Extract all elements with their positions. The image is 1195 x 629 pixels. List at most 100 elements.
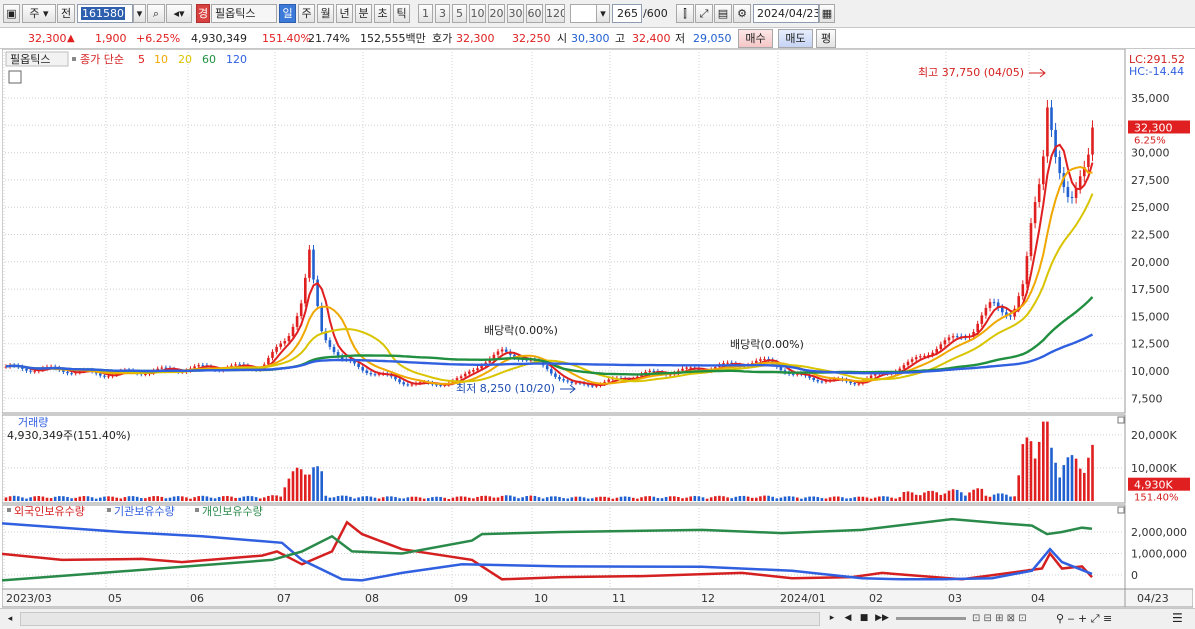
calendar-icon[interactable]: ▦ [819, 4, 835, 23]
grid-toggle-icon [8, 70, 22, 84]
prev-next-icon[interactable]: ◂▾ [166, 4, 192, 23]
play-back-icon[interactable]: ◀ [842, 611, 854, 626]
period-button[interactable]: 틱 [393, 4, 410, 23]
save-icon[interactable]: ▤ [714, 4, 732, 23]
volume-bar [53, 496, 57, 501]
last-volume-pct: 151.40% [1134, 493, 1179, 504]
buy-button[interactable]: 매수 [738, 29, 773, 48]
legend-ma-10: 10 [154, 53, 168, 66]
candle [1001, 307, 1004, 313]
volume-bar [931, 490, 934, 501]
volume-bar [74, 497, 77, 501]
volume-bar [267, 495, 270, 501]
volume-bar [759, 496, 762, 501]
interval-button[interactable]: 3 [435, 4, 450, 23]
volume-bar [689, 496, 692, 501]
zoom-icons[interactable]: ⚲ ‒ + ⤢ ≡ [1056, 611, 1126, 626]
volume-bar [906, 491, 910, 501]
volume-bar [209, 497, 213, 501]
volume-bar [586, 498, 590, 501]
volume-bar [988, 496, 992, 501]
volume-bar [541, 498, 545, 501]
period-button[interactable]: 주 [298, 4, 315, 23]
stock-name-field[interactable]: 필옵틱스 [211, 4, 277, 23]
volume-bar [500, 495, 504, 501]
volume-bar [45, 497, 49, 501]
volume-bar [41, 496, 45, 501]
play-forward-icon[interactable]: ▶▶ [874, 611, 890, 626]
candle [29, 370, 32, 372]
volume-bar [4, 497, 8, 501]
interval-button[interactable]: 60 [526, 4, 543, 23]
volume-bar [1074, 458, 1078, 501]
layout-icons[interactable]: ⊡ ⊟ ⊞ ⊠ ⊡ [972, 611, 1052, 626]
volume-bar [656, 497, 660, 501]
search-icon[interactable]: ⌕ [147, 4, 165, 23]
volume-bar [168, 497, 172, 501]
interval-dropdown-icon[interactable]: ▾ [596, 4, 610, 23]
all-button[interactable]: 전 [57, 4, 75, 23]
volume-bar [402, 498, 405, 501]
volume-bar [86, 496, 90, 501]
market-select[interactable]: 주 ▾ [22, 4, 56, 23]
volume-bar [111, 496, 114, 501]
volume-bar [902, 492, 906, 501]
volume-bar [550, 496, 553, 501]
volume-bar [755, 497, 758, 501]
date-input[interactable]: 2024/04/23 [753, 4, 819, 23]
holdings-legend-bullet [107, 508, 111, 512]
period-button[interactable]: 분 [355, 4, 372, 23]
candle [976, 323, 979, 333]
menu-icon[interactable]: ☰ [1172, 611, 1190, 626]
code-field[interactable]: 161580 [77, 4, 133, 23]
code-dropdown-icon[interactable]: ▾ [133, 4, 146, 23]
interval-button[interactable]: 20 [488, 4, 505, 23]
volume-bar [718, 495, 721, 501]
stop-icon[interactable]: ■ [858, 611, 870, 626]
interval-button[interactable]: 1 [418, 4, 433, 23]
period-button[interactable]: 년 [336, 4, 353, 23]
scroll-left-icon[interactable]: ◂ [2, 612, 18, 626]
interval-button[interactable]: 10 [469, 4, 486, 23]
candle [361, 367, 364, 371]
volume-bar [459, 496, 463, 501]
low-label: 저 [675, 32, 686, 45]
stock-chart[interactable]: 35,00032,50030,00027,50025,00022,50020,0… [2, 49, 1193, 608]
candle [193, 366, 196, 369]
candle [558, 376, 561, 380]
candle [70, 373, 73, 375]
candle [99, 373, 102, 376]
volume-bar [1013, 496, 1016, 501]
gear-icon[interactable]: ⚙ [733, 4, 751, 23]
scroll-right-icon[interactable]: ▸ [826, 611, 838, 626]
candle-type-icon[interactable]: ⫿ [676, 4, 694, 23]
chart-layout-icon[interactable]: ▣ [3, 4, 20, 23]
volume-bar [927, 490, 930, 501]
eval-button[interactable]: 평 [816, 29, 836, 48]
volume-bar [1005, 494, 1008, 501]
zoom-slider[interactable] [896, 617, 966, 620]
period-button[interactable]: 월 [317, 4, 334, 23]
price-tick-label: 25,000 [1131, 201, 1170, 214]
volume-bar [816, 497, 820, 501]
price-change-pct: +6.25% [136, 32, 181, 45]
line-tool-icon[interactable]: ⤢ [695, 4, 713, 23]
interval-button[interactable]: 5 [452, 4, 467, 23]
sell-button[interactable]: 매도 [778, 29, 813, 48]
volume-bar [808, 496, 811, 501]
period-button[interactable]: 일 [279, 4, 296, 23]
volume-bar [340, 495, 344, 501]
interval-button[interactable]: 120 [545, 4, 565, 23]
volume-bar [685, 497, 688, 501]
count-input[interactable]: 265 [612, 4, 642, 23]
scroll-track[interactable] [20, 612, 820, 626]
volume-bar [238, 497, 241, 501]
volume-bar [49, 498, 53, 501]
volume-bar [299, 469, 303, 501]
volume-bar [660, 498, 664, 501]
candle [1054, 129, 1057, 158]
period-button[interactable]: 초 [374, 4, 391, 23]
volume-bar [12, 495, 16, 501]
volume-bar [673, 496, 676, 501]
interval-button[interactable]: 30 [507, 4, 524, 23]
